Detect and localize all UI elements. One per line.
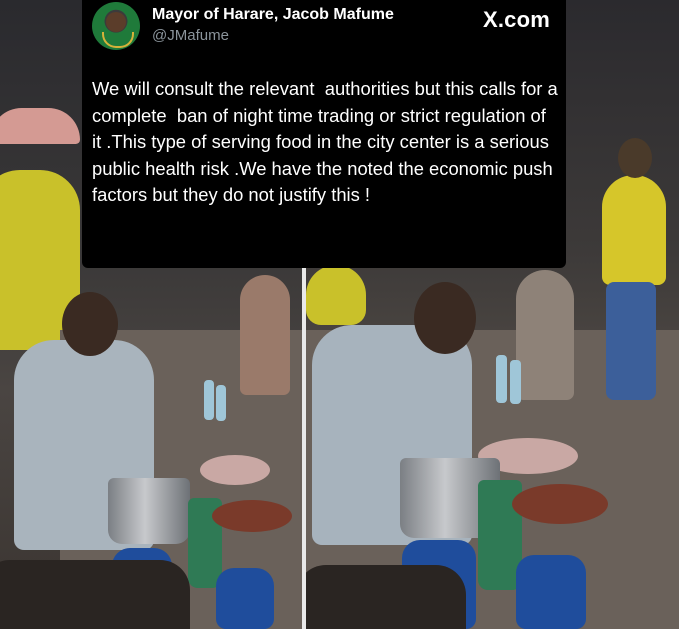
walking-man-head [618, 138, 652, 178]
background-person [516, 270, 574, 400]
author-name[interactable]: Mayor of Harare, Jacob Mafume [152, 6, 394, 24]
profile-photo-icon[interactable] [92, 2, 140, 50]
water-bottle [496, 355, 507, 403]
car-hood [0, 560, 190, 629]
gas-cylinder [216, 568, 274, 629]
water-bottle [204, 380, 214, 420]
walking-man-legs [606, 282, 656, 400]
author-handle[interactable]: @JMafume [152, 27, 229, 44]
vendor-head [62, 292, 118, 356]
walking-man-shirt [602, 175, 666, 285]
water-bottle [510, 360, 521, 404]
umbrella [0, 108, 80, 144]
meat-plate [200, 455, 270, 485]
mayoral-chain [102, 32, 134, 48]
tweet-card: Mayor of Harare, Jacob Mafume @JMafume X… [82, 0, 566, 268]
car-hood [306, 565, 466, 629]
cooking-pot [108, 478, 190, 544]
yellow-car [306, 265, 366, 325]
tweet-text: We will consult the relevant authorities… [92, 78, 563, 206]
avatar-figure [106, 12, 126, 32]
frying-pan [212, 500, 292, 532]
x-logo-icon: X.com [482, 7, 550, 32]
gas-cylinder [516, 555, 586, 629]
frying-pan [512, 484, 608, 524]
vendor-head [414, 282, 476, 354]
background-person [240, 275, 290, 395]
water-bottle [216, 385, 226, 421]
